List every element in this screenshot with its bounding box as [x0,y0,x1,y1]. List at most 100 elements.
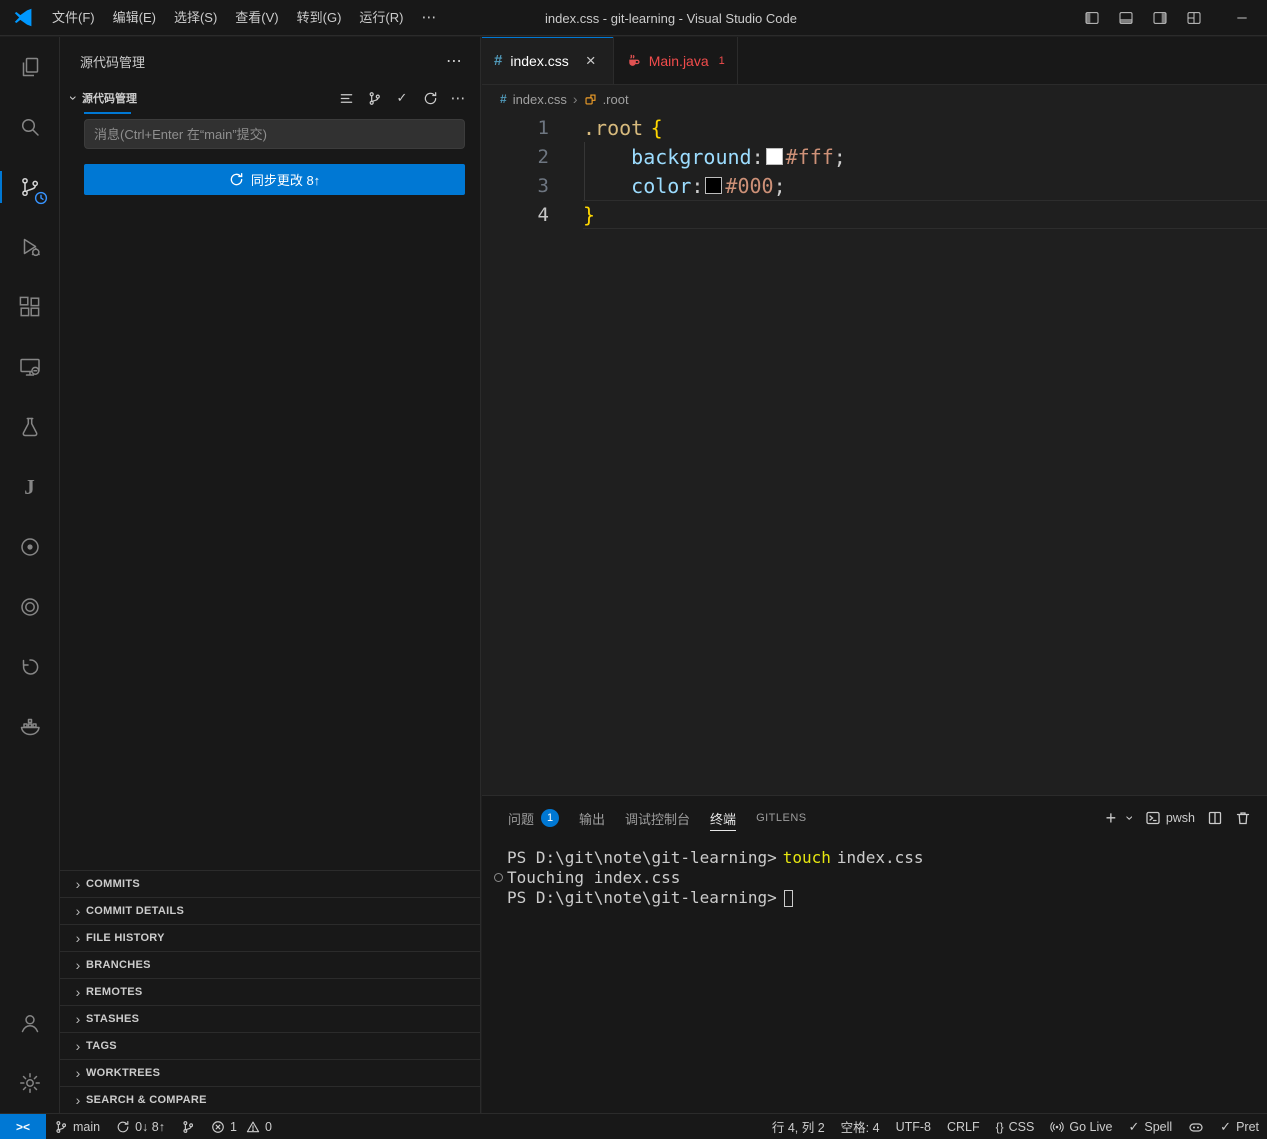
commit-check-icon[interactable]: ✓ [394,90,410,106]
panel-tab-gitlens[interactable]: GITLENS [746,796,817,840]
chevron-right-icon: › [70,930,86,946]
warning-icon [246,1120,260,1134]
code-line-2[interactable]: 2 background:#fff; [482,142,1267,171]
chevron-right-icon: › [573,91,578,107]
toggle-panel-icon[interactable] [1111,4,1141,32]
sidebar-section-stashes[interactable]: ›STASHES [60,1005,480,1032]
tab-main-java[interactable]: Main.java 1 [614,37,738,84]
activity-testing[interactable] [0,397,59,457]
panel-tab-output[interactable]: 输出 [569,796,615,840]
menu-goto[interactable]: 转到(G) [288,5,351,31]
command-argument: index.css [837,848,924,867]
menu-view[interactable]: 查看(V) [226,5,287,31]
menu-edit[interactable]: 编辑(E) [104,5,165,31]
sidebar-section-search-compare[interactable]: ›SEARCH & COMPARE [60,1086,480,1113]
remote-indicator[interactable]: >< [0,1114,46,1139]
sidebar-section-remotes[interactable]: ›REMOTES [60,978,480,1005]
menu-more-icon[interactable]: ⋯ [412,5,445,31]
activity-extensions[interactable] [0,277,59,337]
status-encoding[interactable]: UTF-8 [888,1114,939,1139]
status-sync[interactable]: 0↓ 8↑ [108,1114,173,1139]
sidebar-section-commits[interactable]: ›COMMITS [60,870,480,897]
status-indentation[interactable]: 空格: 4 [833,1114,888,1139]
activity-docker[interactable] [0,697,59,757]
more-actions-icon[interactable]: ⋯ [450,90,466,106]
panel-tab-problems[interactable]: 问题 1 [498,796,569,840]
activity-search[interactable] [0,97,59,157]
view-as-list-icon[interactable] [338,90,354,106]
status-eol[interactable]: CRLF [939,1114,988,1139]
braces-icon: {} [996,1120,1004,1134]
tab-index-css[interactable]: # index.css × [482,37,614,84]
panel-tab-bar: 问题 1 输出 调试控制台 终端 GITLENS + › pwsh [482,796,1267,840]
go-live-button[interactable]: Go Live [1042,1114,1120,1139]
status-problems[interactable]: 1 0 [203,1114,280,1139]
problems-badge: 1 [541,809,559,827]
color-swatch-white[interactable] [766,148,783,165]
explorer-icon [18,55,42,79]
command-decoration-icon[interactable] [494,873,503,882]
activity-target[interactable] [0,577,59,637]
activity-jupyter[interactable]: J [0,457,59,517]
close-icon[interactable]: × [581,51,601,71]
minimize-icon[interactable] [1227,4,1257,32]
terminal-dropdown-icon[interactable]: › [1128,810,1133,826]
menu-selection[interactable]: 选择(S) [165,5,226,31]
activity-source-control[interactable] [0,157,59,217]
code-editor[interactable]: 1 .root{ 2 background:#fff; 3 color:#000… [482,113,1267,795]
sync-changes-button[interactable]: 同步更改 8↑ [84,164,465,195]
prettier-status[interactable]: ✓Pret [1212,1114,1267,1139]
window-title: index.css - git-learning - Visual Studio… [545,0,797,36]
code-line-1[interactable]: 1 .root{ [482,113,1267,142]
activity-run-debug[interactable] [0,217,59,277]
chevron-right-icon: › [70,984,86,1000]
breadcrumb-symbol[interactable]: .root [603,92,629,107]
sidebar-section-tags[interactable]: ›TAGS [60,1032,480,1059]
new-terminal-icon[interactable]: + [1106,808,1117,829]
status-branch[interactable]: main [46,1114,108,1139]
activity-history[interactable] [0,637,59,697]
more-actions-icon[interactable]: ⋯ [446,51,462,71]
activity-remote-explorer[interactable] [0,337,59,397]
commit-graph-icon[interactable] [366,90,382,106]
status-language[interactable]: {}CSS [988,1114,1043,1139]
split-terminal-icon[interactable] [1207,810,1223,826]
scm-section-header[interactable]: › 源代码管理 ✓ ⋯ [60,85,480,111]
sidebar-section-file-history[interactable]: ›FILE HISTORY [60,924,480,951]
toggle-secondary-sidebar-icon[interactable] [1145,4,1175,32]
copilot-button[interactable] [1180,1114,1212,1139]
activity-explorer[interactable] [0,37,59,97]
sidebar-section-commit-details[interactable]: ›COMMIT DETAILS [60,897,480,924]
scm-pending-clock-badge [34,191,48,205]
sidebar-section-branches[interactable]: ›BRANCHES [60,951,480,978]
panel-tab-terminal[interactable]: 终端 [700,796,746,840]
status-bar-right: 行 4, 列 2 空格: 4 UTF-8 CRLF {}CSS Go Live … [764,1114,1267,1139]
prompt: PS D:\git\note\git-learning> [507,848,777,867]
kill-terminal-trash-icon[interactable] [1235,810,1251,826]
panel-tab-debug-console[interactable]: 调试控制台 [615,796,700,840]
activity-gitlens[interactable] [0,517,59,577]
customize-layout-icon[interactable] [1179,4,1209,32]
spell-checker-status[interactable]: ✓Spell [1120,1114,1180,1139]
terminal-output[interactable]: PS D:\git\note\git-learning>touchindex.c… [482,840,1267,908]
tab-label: Main.java [649,53,709,69]
menu-file[interactable]: 文件(F) [43,5,104,31]
code-line-3[interactable]: 3 color:#000; [482,171,1267,200]
chevron-right-icon: › [70,1065,86,1081]
settings-gear-icon [18,1071,42,1095]
refresh-icon[interactable] [422,90,438,106]
status-cursor-position[interactable]: 行 4, 列 2 [764,1114,833,1139]
commit-graph-button[interactable] [173,1114,203,1139]
commit-message-input[interactable] [84,119,465,149]
extensions-icon [18,295,42,319]
css-property: color [631,174,691,198]
toggle-primary-sidebar-icon[interactable] [1077,4,1107,32]
sidebar-section-worktrees[interactable]: ›WORKTREES [60,1059,480,1086]
activity-settings[interactable] [0,1053,59,1113]
code-line-4[interactable]: 4 } [482,200,1267,229]
terminal-instance-pwsh[interactable]: pwsh [1145,810,1195,826]
color-swatch-black[interactable] [705,177,722,194]
menu-run[interactable]: 运行(R) [350,5,412,31]
breadcrumb-file[interactable]: index.css [513,92,567,107]
activity-accounts[interactable] [0,993,59,1053]
